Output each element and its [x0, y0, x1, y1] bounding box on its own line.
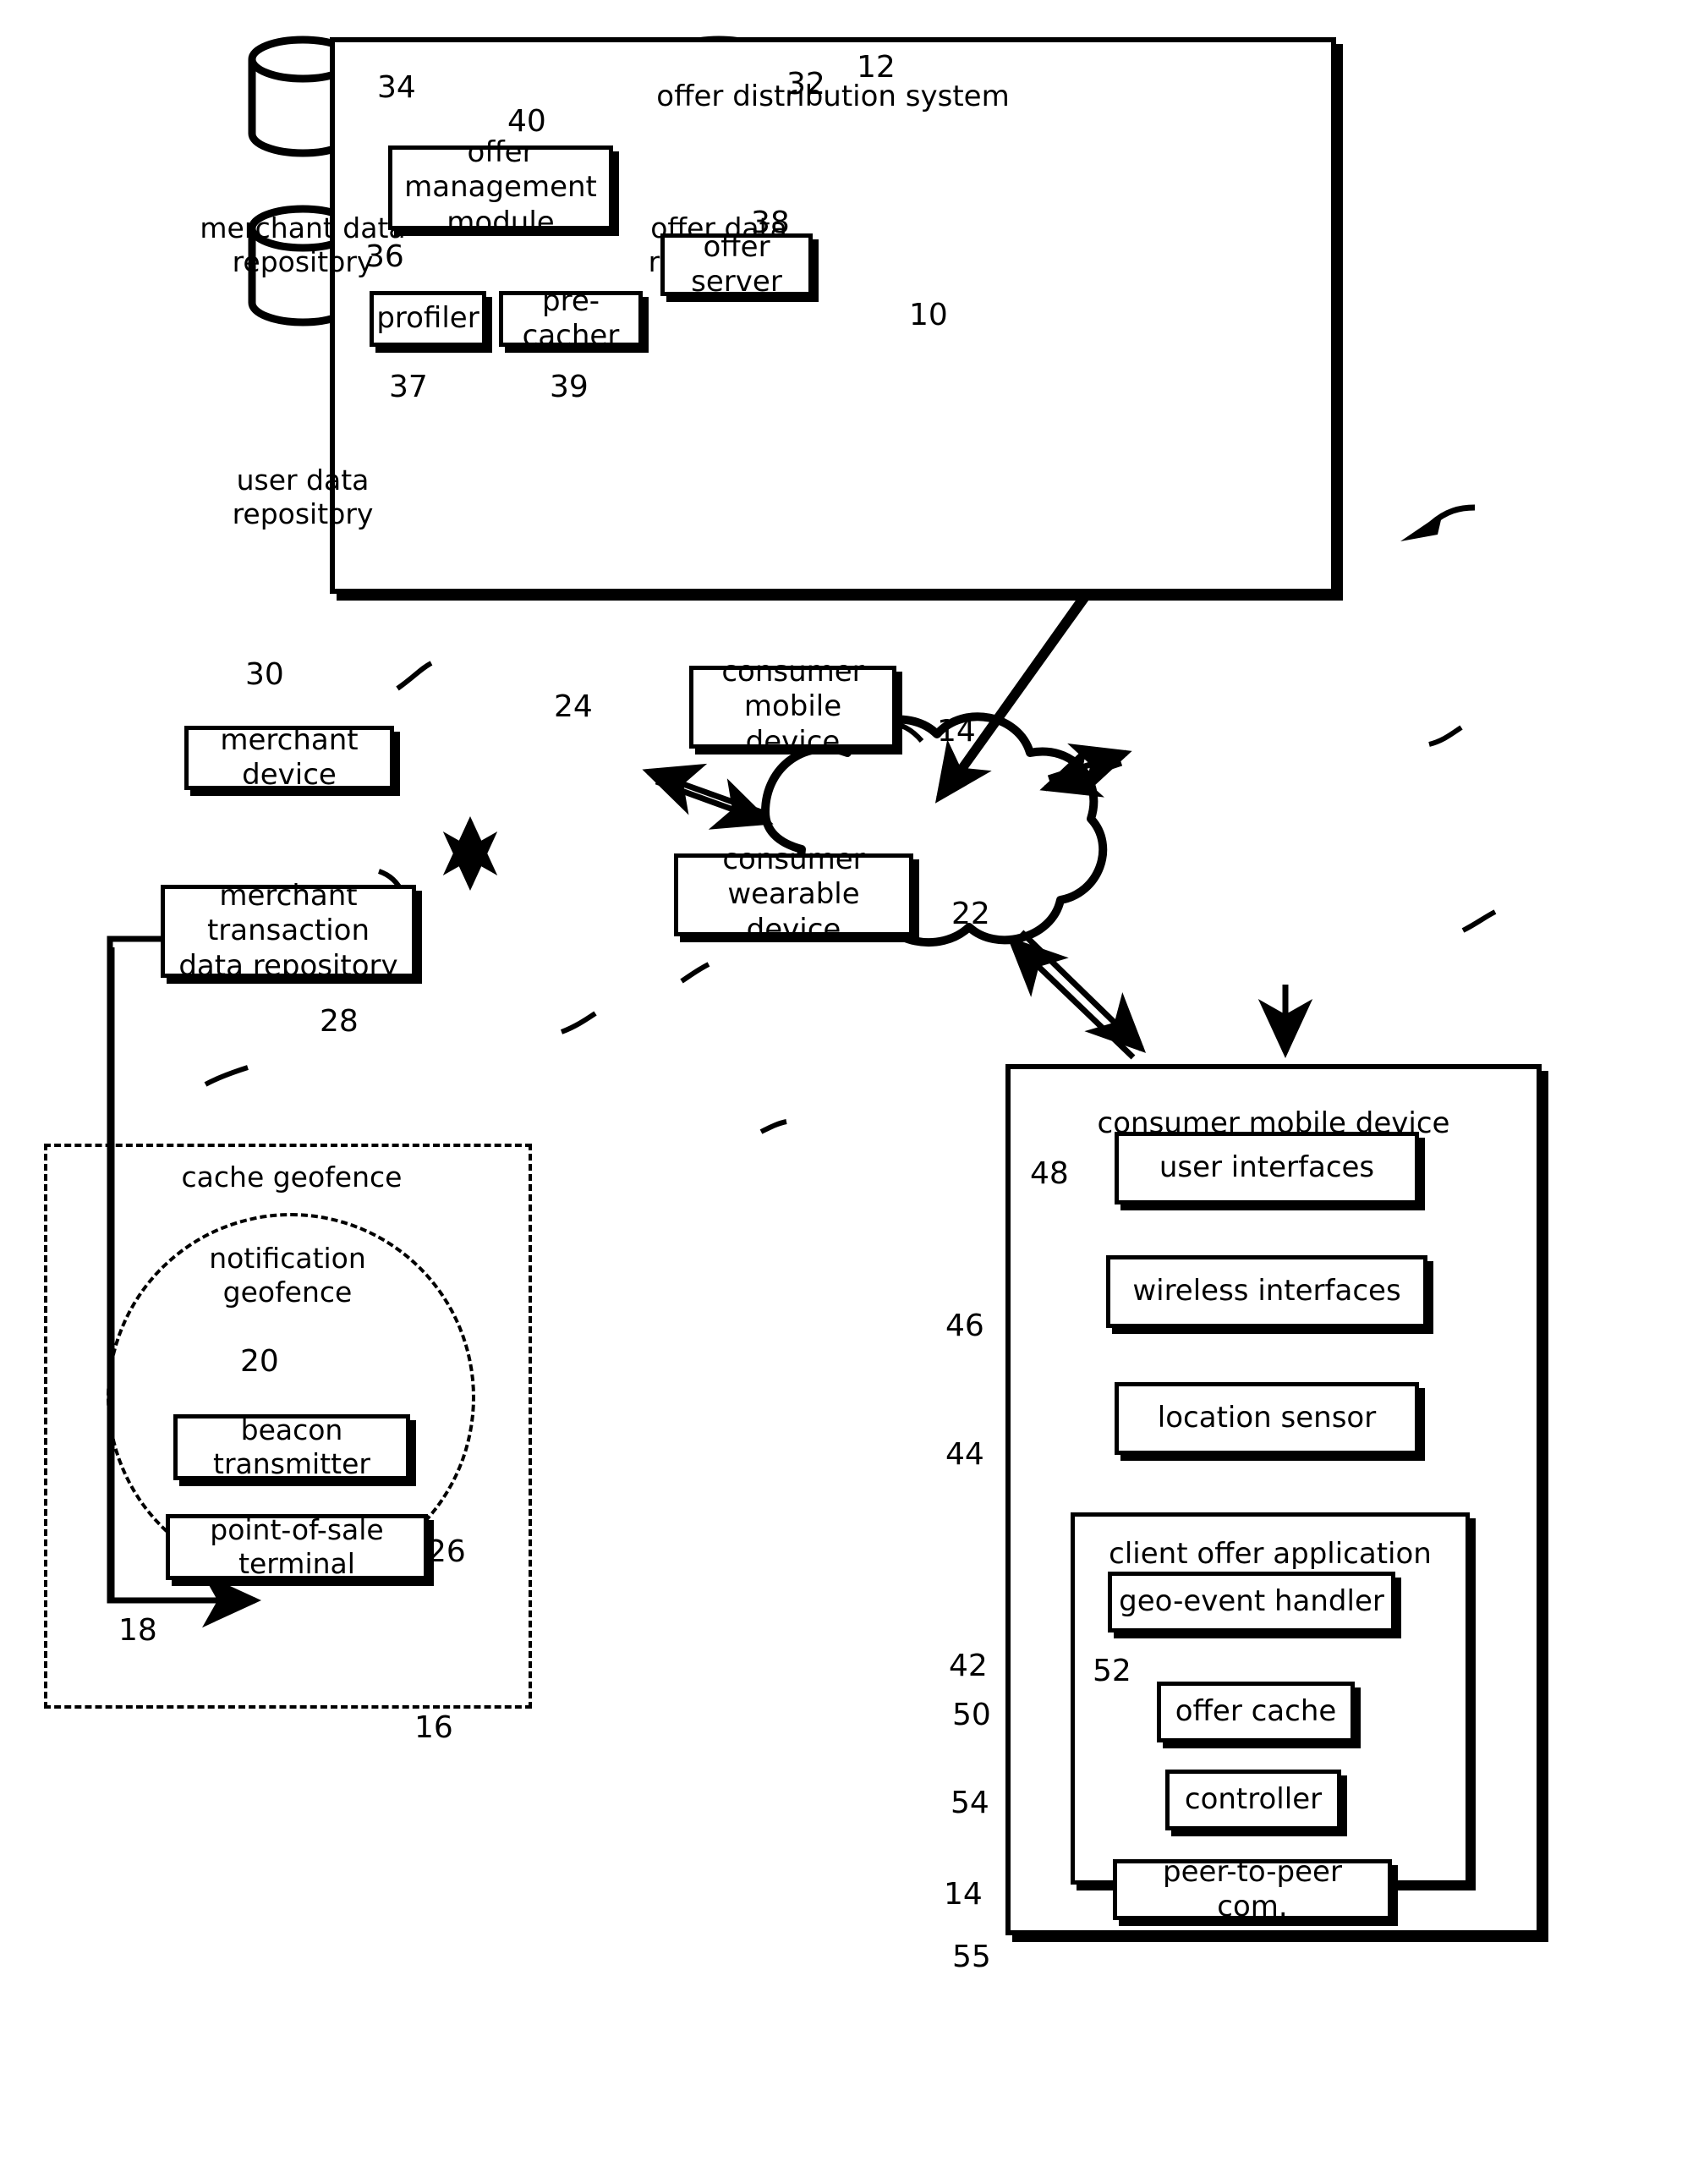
wireless-interfaces-box[interactable]: wireless interfaces [1106, 1255, 1427, 1328]
ref-40: 40 [507, 104, 546, 139]
arrow-device-detail-to-cloud [1006, 936, 1136, 1060]
leader-18 [204, 1065, 249, 1087]
beacon-transmitter-box[interactable]: beacon transmitter [173, 1413, 410, 1480]
leader-28 [560, 1011, 597, 1034]
ref-22: 22 [951, 897, 990, 931]
ref-12: 12 [857, 50, 896, 85]
user-interfaces-box[interactable]: user interfaces [1115, 1132, 1419, 1204]
controller-box[interactable]: controller [1165, 1770, 1341, 1830]
pre-cacher-box[interactable]: pre-cacher [499, 284, 643, 353]
ref-36: 36 [365, 239, 404, 274]
merchant-device-box[interactable]: merchant device [184, 723, 394, 792]
arrow-consumer-mobile-to-cloud [1039, 745, 1123, 798]
offer-cache-box[interactable]: offer cache [1157, 1682, 1355, 1742]
leader-16 [759, 1119, 787, 1134]
leader-30 [396, 661, 433, 691]
ref-28: 28 [320, 1004, 359, 1039]
ref-50: 50 [952, 1698, 991, 1732]
ref-38: 38 [751, 206, 790, 240]
profiler-box[interactable]: profiler [370, 291, 486, 347]
ref-44: 44 [945, 1437, 984, 1472]
ref-14-top: 14 [937, 714, 976, 749]
notification-geofence-label: notification geofence [209, 1242, 366, 1309]
ref-39: 39 [550, 370, 589, 404]
location-sensor-box[interactable]: location sensor [1115, 1382, 1419, 1455]
leader-14-top [1428, 725, 1463, 747]
merchant-transaction-data-repository-box[interactable]: merchant transaction data repository [161, 879, 416, 983]
figure-canvas: offer distribution system merchant data … [0, 0, 1682, 2184]
ref-54: 54 [951, 1786, 989, 1820]
offer-distribution-system-title: offer distribution system [656, 80, 1010, 113]
ref-37: 37 [389, 370, 428, 404]
ref-16: 16 [414, 1710, 453, 1745]
user-data-repository-label: user data repository [232, 464, 374, 531]
arrowhead-10 [1400, 513, 1443, 541]
arrow-cloud-to-merchant-device [642, 763, 763, 815]
ref-26: 26 [427, 1534, 466, 1569]
offer-management-module-box[interactable]: offer management module [388, 135, 613, 239]
arrow-cloud-to-consumer-mobile [1047, 743, 1132, 796]
ref-24: 24 [554, 689, 593, 724]
ref-18: 18 [118, 1613, 157, 1648]
arrow-cloud-to-device-detail [1019, 930, 1147, 1053]
cache-geofence-label: cache geofence [181, 1161, 403, 1194]
geo-event-handler-box[interactable]: geo-event handler [1108, 1572, 1395, 1633]
ref-46: 46 [945, 1309, 984, 1343]
ref-55: 55 [952, 1940, 991, 1974]
leader-26 [680, 962, 710, 984]
ref-30: 30 [245, 657, 284, 692]
offer-server-box[interactable]: offer server [660, 230, 813, 299]
ref-48: 48 [1030, 1156, 1069, 1191]
leader-10 [1429, 504, 1476, 526]
point-of-sale-terminal-box[interactable]: point-of-sale terminal [166, 1513, 428, 1580]
ref-42: 42 [949, 1649, 988, 1683]
client-offer-application-title: client offer application [1109, 1537, 1432, 1571]
ref-14-bottom: 14 [944, 1877, 983, 1912]
consumer-wearable-device-box[interactable]: consumer wearable device [674, 842, 913, 947]
consumer-mobile-device-top-box[interactable]: consumer mobile device [689, 655, 896, 759]
ref-34: 34 [377, 70, 416, 105]
ref-20: 20 [240, 1344, 279, 1379]
peer-to-peer-com-box[interactable]: peer-to-peer com. [1113, 1855, 1392, 1923]
ref-32: 32 [786, 67, 825, 102]
ref-52: 52 [1093, 1654, 1131, 1688]
ref-10: 10 [909, 298, 948, 332]
arrow-merchant-device-to-cloud [655, 778, 774, 830]
leader-22 [1461, 909, 1497, 933]
